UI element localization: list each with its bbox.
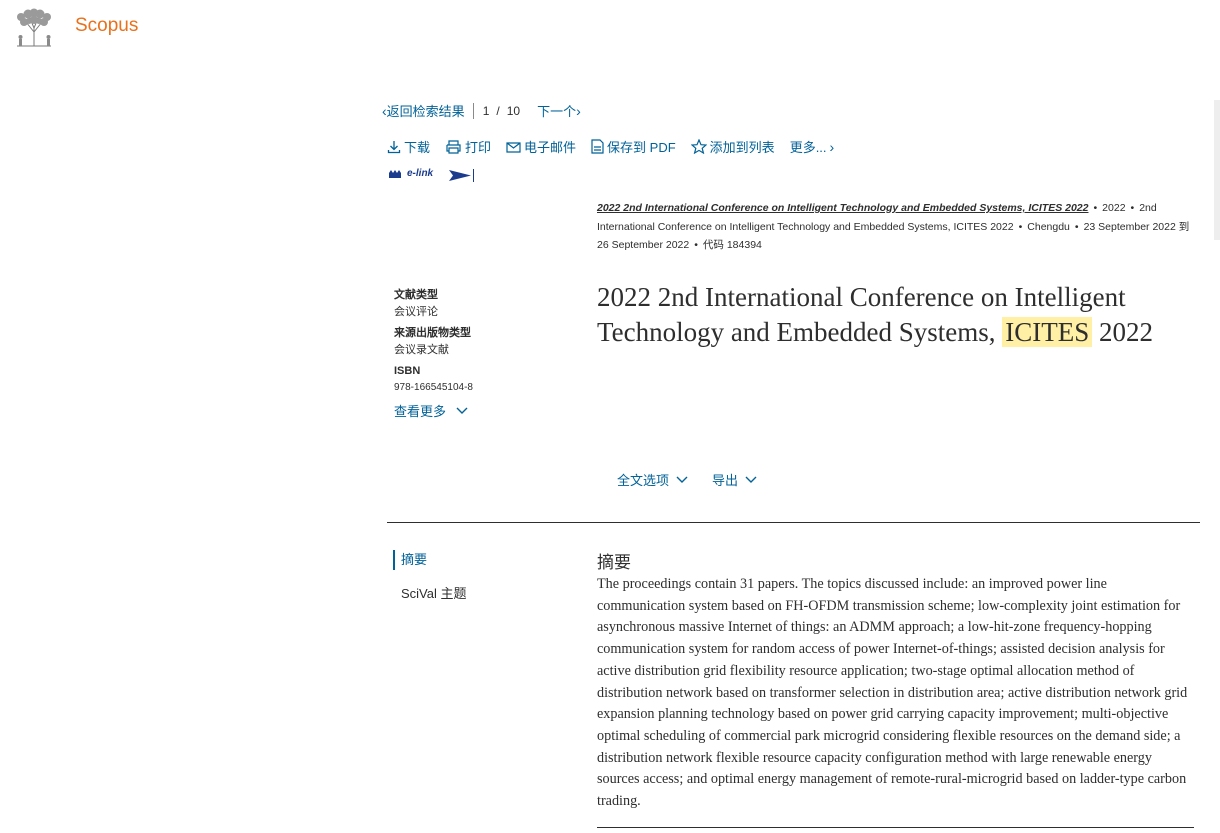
fulltext-options-label: 全文选项	[617, 473, 670, 488]
pager-total: 10	[506, 103, 521, 118]
more-actions-button[interactable]: 更多... ›	[790, 137, 835, 156]
isbn-label: ISBN	[394, 365, 421, 377]
document-title: 2022 2nd International Conference on Int…	[597, 280, 1197, 350]
result-navigation: ‹ 返回检索结果 1 / 10 下一个 ›	[382, 101, 581, 120]
section-nav: 摘要 SciVal 主题	[393, 550, 467, 604]
more-label: 更多...	[789, 140, 827, 155]
conference-code: 代码 184394	[702, 239, 762, 251]
star-icon	[690, 139, 707, 154]
bullet-separator: •	[1130, 202, 1135, 214]
export-dropdown[interactable]: 导出	[712, 470, 757, 489]
pager-separator: /	[496, 103, 500, 118]
title-year: 2022	[1099, 317, 1154, 347]
nav-divider	[472, 102, 474, 119]
back-to-results-link[interactable]: 返回检索结果	[387, 101, 465, 120]
save-pdf-button[interactable]: 保存到 PDF	[591, 137, 676, 156]
fulltext-options-dropdown[interactable]: 全文选项	[617, 470, 688, 489]
bullet-separator: •	[1018, 220, 1023, 233]
chevron-right-icon: ›	[829, 138, 835, 155]
see-more-label: 查看更多	[394, 404, 447, 419]
document-actions: 下载 打印 电子邮件 保存到 PDF 添加到列表 更多... ›	[387, 137, 834, 156]
print-button[interactable]: 打印	[445, 137, 491, 156]
doc-type-value: 会议评论	[394, 306, 438, 318]
source-info: 2022 2nd International Conference on Int…	[597, 199, 1197, 255]
download-icon	[387, 140, 401, 153]
download-button[interactable]: 下载	[387, 137, 430, 156]
chevron-right-icon: ›	[576, 102, 581, 119]
abstract-divider	[597, 827, 1194, 828]
title-highlight: ICITES	[1002, 317, 1093, 347]
source-title-link[interactable]: 2022 2nd International Conference on Int…	[597, 202, 1088, 214]
bullet-separator: •	[1093, 202, 1098, 214]
print-icon	[446, 139, 461, 154]
add-to-list-label: 添加到列表	[709, 140, 775, 155]
chevron-down-icon	[676, 476, 688, 483]
add-to-list-button[interactable]: 添加到列表	[690, 137, 775, 156]
source-type-value: 会议录文献	[394, 344, 449, 356]
chevron-down-icon	[456, 407, 468, 414]
chevron-down-icon	[745, 476, 757, 483]
see-more-button[interactable]: 查看更多	[394, 401, 574, 420]
document-metadata: 文献类型 会议评论 来源出版物类型 会议录文献 ISBN 978-1665451…	[394, 287, 574, 420]
elink-label: e-link	[407, 168, 434, 179]
email-button[interactable]: 电子邮件	[506, 137, 576, 156]
fulltext-toolbar: 全文选项 导出	[617, 470, 781, 489]
export-label: 导出	[712, 473, 739, 488]
bullet-separator: •	[1074, 220, 1079, 233]
pdf-icon	[591, 139, 604, 154]
source-type-label: 来源出版物类型	[394, 327, 471, 339]
email-label: 电子邮件	[524, 140, 577, 155]
section-nav-scival[interactable]: SciVal 主题	[393, 584, 467, 604]
next-result-link[interactable]: 下一个	[537, 101, 576, 120]
section-nav-abstract[interactable]: 摘要	[393, 550, 467, 570]
download-label: 下载	[404, 140, 431, 155]
scopus-brand[interactable]: Scopus	[75, 15, 138, 37]
scrollbar[interactable]	[1214, 100, 1220, 240]
source-year: 2022	[1102, 202, 1126, 214]
save-pdf-label: 保存到 PDF	[607, 140, 676, 155]
elink-button[interactable]: e-link	[387, 168, 475, 182]
doc-type-label: 文献类型	[394, 289, 438, 301]
pager-current: 1	[482, 103, 490, 118]
isbn-value: 978-166545104-8	[394, 382, 473, 393]
print-label: 打印	[465, 140, 492, 155]
section-divider	[387, 522, 1200, 523]
abstract-body: The proceedings contain 31 papers. The t…	[597, 576, 1188, 810]
email-icon	[506, 141, 521, 153]
abstract-heading: 摘要	[597, 553, 631, 572]
conference-location: Chengdu	[1027, 220, 1070, 233]
elsevier-logo[interactable]	[11, 8, 57, 48]
bullet-separator: •	[694, 239, 698, 251]
